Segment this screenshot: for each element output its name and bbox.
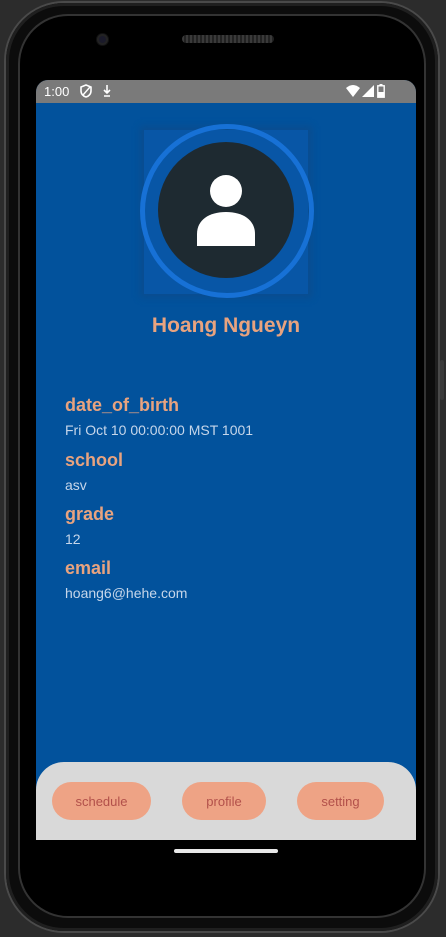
app-screen: 1:00 Hoang Ngueyn date_of_birth Fri Oct … [36,80,416,840]
battery-icon [377,84,385,101]
profile-button[interactable]: profile [182,782,266,820]
emulator-stage: 1:00 Hoang Ngueyn date_of_birth Fri Oct … [0,0,446,937]
wifi-icon [346,85,360,100]
field-value-school: asv [65,477,87,493]
download-icon [102,84,112,101]
bottom-nav: schedule profile setting [36,762,416,840]
shield-icon [80,84,92,101]
avatar-container[interactable] [140,124,314,298]
field-value-date-of-birth: Fri Oct 10 00:00:00 MST 1001 [65,422,254,438]
field-label-school: school [65,450,124,470]
field-label-email: email [65,558,112,578]
status-bar: 1:00 [36,80,416,103]
schedule-button[interactable]: schedule [52,782,151,820]
side-button[interactable] [440,360,444,400]
status-time: 1:00 [44,84,70,99]
profile-name: Hoang Ngueyn [151,314,301,337]
field-value-grade: 12 [65,531,81,547]
home-indicator[interactable] [174,849,278,853]
signal-icon [362,85,374,100]
setting-button[interactable]: setting [297,782,384,820]
field-label-grade: grade [65,504,115,524]
speaker-grille [182,35,274,43]
avatar [158,142,294,278]
field-value-email: hoang6@hehe.com [65,585,188,601]
field-label-date-of-birth: date_of_birth [65,395,180,415]
camera-icon [97,34,108,45]
person-icon [197,175,255,246]
